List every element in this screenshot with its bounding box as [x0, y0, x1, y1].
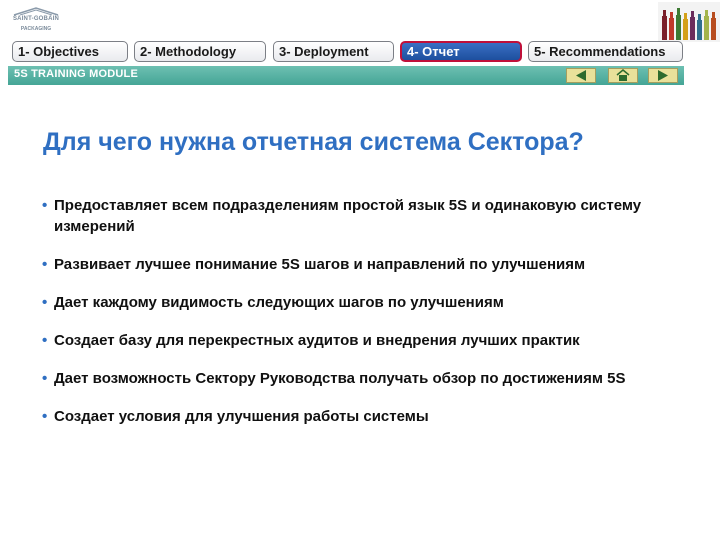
- home-button[interactable]: [608, 68, 638, 83]
- list-item: • Дает каждому видимость следующих шагов …: [42, 294, 504, 311]
- list-item: • Создает базу для перекрестных аудитов и…: [42, 332, 580, 349]
- logo-sub: PACKAGING: [20, 26, 52, 32]
- arrow-right-icon: [658, 70, 668, 81]
- list-item: • Предоставляет всем подразделениям прост…: [42, 197, 642, 235]
- bullet-icon: •: [42, 332, 48, 349]
- tab-recommendations[interactable]: 5- Recommendations: [528, 41, 683, 62]
- tab-objectives[interactable]: 1- Objectives: [12, 41, 128, 62]
- bullet-icon: •: [42, 408, 48, 425]
- bottles-image: [658, 2, 720, 42]
- logo-brand: SAINT-GOBAIN: [12, 16, 60, 22]
- company-logo: SAINT-GOBAIN PACKAGING: [10, 6, 62, 36]
- tab-deployment[interactable]: 3- Deployment: [273, 41, 394, 62]
- home-icon: [616, 69, 630, 81]
- bullet-icon: •: [42, 256, 48, 273]
- logo-roof-icon: [13, 7, 59, 16]
- list-item: • Дает возможность Сектору Руководства по…: [42, 370, 626, 387]
- bullet-list: • Предоставляет всем подразделениям прост…: [42, 195, 720, 427]
- back-button[interactable]: [566, 68, 596, 83]
- module-header-bar: 5S TRAINING MODULE: [8, 66, 684, 85]
- page-title: Для чего нужна отчетная система Сектора?: [43, 128, 584, 156]
- bullet-icon: •: [42, 294, 48, 311]
- list-item: • Развивает лучшее понимание 5S шагов и н…: [42, 256, 586, 273]
- bullet-icon: •: [42, 370, 48, 387]
- bullet-icon: •: [42, 197, 48, 214]
- forward-button[interactable]: [648, 68, 678, 83]
- list-item: • Создает условия для улучшения работы си…: [42, 408, 429, 425]
- tab-methodology[interactable]: 2- Methodology: [134, 41, 266, 62]
- tab-report[interactable]: 4- Отчет: [400, 41, 522, 62]
- arrow-left-icon: [576, 70, 586, 81]
- module-label: 5S TRAINING MODULE: [14, 68, 138, 80]
